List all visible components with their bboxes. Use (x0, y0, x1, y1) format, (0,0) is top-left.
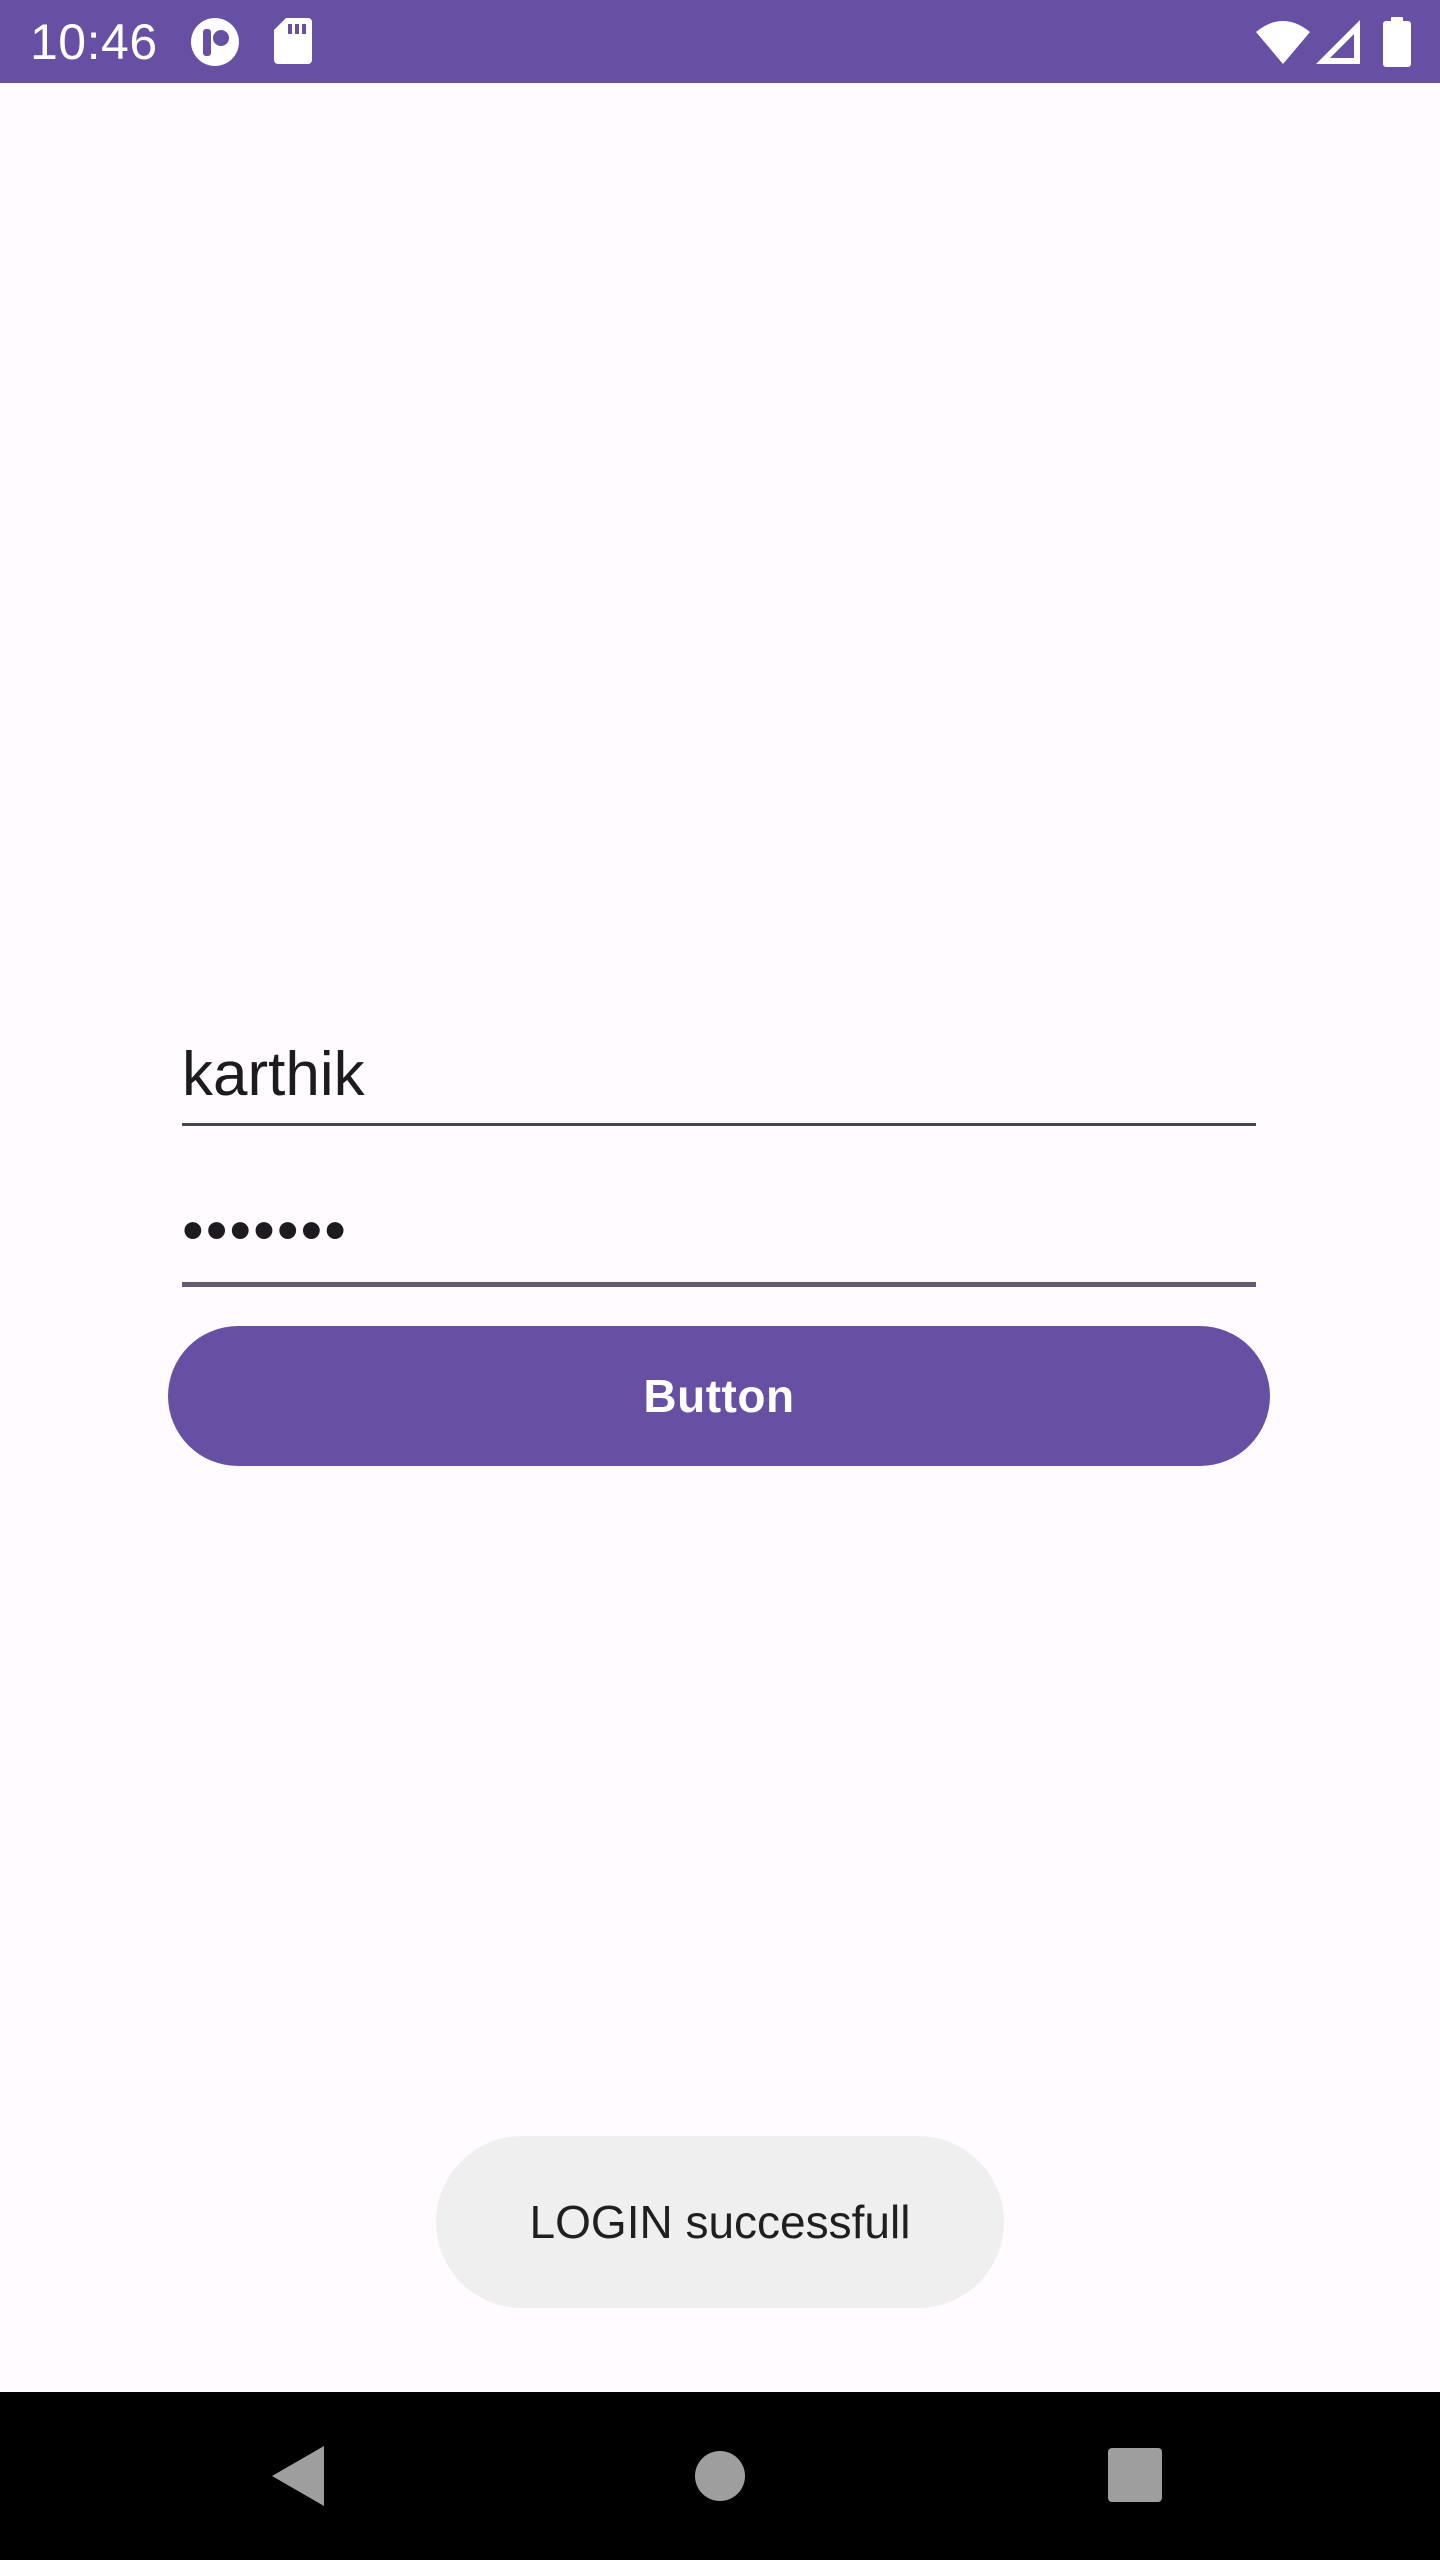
cell-signal-icon (1316, 20, 1360, 64)
back-icon[interactable] (272, 2446, 324, 2506)
password-value: ••••••• (182, 1196, 348, 1265)
toast-text: LOGIN successfull (529, 2196, 911, 2248)
recents-icon[interactable] (1108, 2448, 1162, 2502)
status-time: 10:46 (30, 14, 158, 70)
sd-card-icon (274, 18, 312, 64)
password-input[interactable]: ••••••• (182, 1180, 1256, 1287)
username-value: karthik (182, 1040, 365, 1109)
battery-icon (1383, 17, 1411, 67)
status-bar: 10:46 (0, 0, 1440, 83)
app-screen: 10:46 karthik ••••••• Button LOGIN succe… (0, 0, 1440, 2560)
username-input[interactable]: karthik (182, 1020, 1256, 1126)
app-notification-icon (191, 18, 239, 66)
wifi-icon (1256, 21, 1310, 64)
toast-message: LOGIN successfull (436, 2136, 1004, 2308)
home-icon[interactable] (694, 2450, 746, 2502)
login-button[interactable]: Button (168, 1326, 1270, 1466)
